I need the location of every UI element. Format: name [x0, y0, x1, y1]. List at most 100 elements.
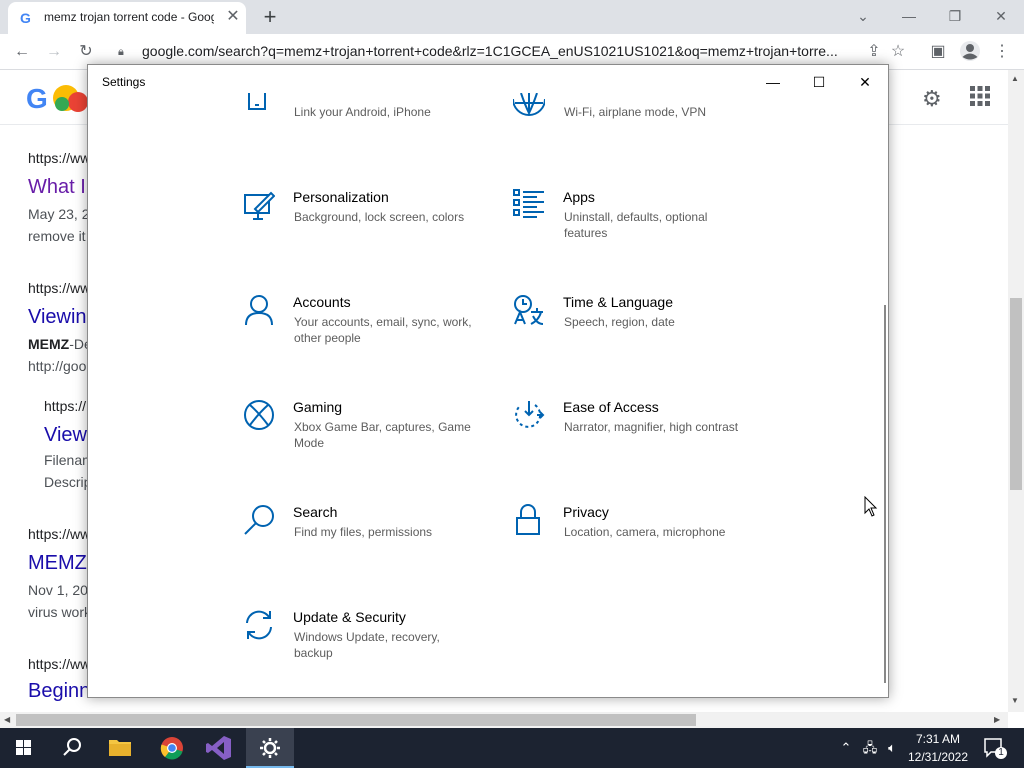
settings-window: Settings — ☐ ✕ Link your Android, iPhone… — [87, 64, 889, 698]
settings-tile-desc: Background, lock screen, colors — [294, 210, 465, 224]
file-explorer-icon[interactable] — [96, 728, 144, 768]
settings-tile-privacy[interactable]: Privacy Location, camera, microphone — [513, 504, 773, 574]
result-snippet: remove it — [28, 228, 86, 244]
settings-tile-name: Personalization — [293, 189, 389, 205]
bookmark-star-icon[interactable]: ☆ — [886, 40, 910, 64]
scroll-down-arrow-icon[interactable]: ▼ — [1011, 696, 1019, 705]
personalization-icon — [243, 189, 276, 221]
address-bar[interactable]: 🔒︎ google.com/search?q=memz+trojan+torre… — [110, 38, 860, 66]
address-bar-url[interactable]: google.com/search?q=memz+trojan+torrent+… — [142, 43, 852, 61]
scroll-up-arrow-icon[interactable]: ▲ — [1011, 74, 1019, 83]
settings-tile-name: Privacy — [563, 504, 609, 520]
google-favicon-icon: G — [20, 10, 31, 26]
settings-window-title: Settings — [102, 75, 146, 89]
browser-minimize-button[interactable]: — — [886, 4, 932, 28]
settings-tile-name: Accounts — [293, 294, 351, 310]
browser-close-button[interactable]: ✕ — [978, 4, 1024, 28]
scroll-right-arrow-icon[interactable]: ▶ — [994, 715, 1000, 724]
phone-icon — [243, 93, 275, 125]
page-horizontal-scrollbar[interactable]: ◀ ▶ — [0, 712, 1008, 728]
page-vertical-scroll-thumb[interactable] — [1010, 298, 1022, 490]
profile-avatar[interactable] — [958, 40, 982, 64]
taskbar-search-icon[interactable] — [48, 728, 96, 768]
page-vertical-scrollbar[interactable]: ▲ ▼ — [1008, 70, 1024, 712]
settings-tile-update-security[interactable]: Update & Security Windows Update, recove… — [243, 609, 503, 679]
result-cite: https://ww — [28, 280, 91, 296]
settings-tile-personalization[interactable]: Personalization Background, lock screen,… — [243, 189, 503, 259]
settings-tile-desc: Windows Update, recovery, backup — [294, 630, 440, 660]
result-cite: https://ww — [28, 656, 91, 672]
result-snippet: Nov 1, 20 — [28, 582, 88, 598]
chrome-taskbar-icon[interactable] — [148, 728, 196, 768]
settings-tile-desc: Your accounts, email, sync, work, other … — [294, 315, 472, 345]
reload-icon[interactable]: ↻ — [74, 40, 98, 64]
side-panel-icon[interactable]: ▣ — [926, 40, 950, 64]
settings-tile-name: Gaming — [293, 399, 343, 415]
settings-taskbar-icon[interactable] — [246, 728, 294, 768]
result-cite: https://ww — [28, 150, 91, 166]
google-apps-grid-icon[interactable] — [970, 86, 994, 110]
settings-tile-desc: Xbox Game Bar, captures, Game Mode — [294, 420, 471, 450]
settings-tile-network[interactable]: Wi-Fi, airplane mode, VPN — [512, 92, 773, 163]
xbox-icon — [243, 399, 275, 431]
google-doodle-logo[interactable]: G — [26, 82, 96, 114]
result-title-link[interactable]: View — [44, 424, 87, 447]
settings-tile-apps[interactable]: Apps Uninstall, defaults, optional featu… — [513, 189, 773, 259]
notification-count-badge: 1 — [998, 747, 1004, 758]
start-button[interactable] — [0, 728, 48, 768]
tab-search-chevron-icon[interactable]: ⌄ — [840, 4, 886, 28]
tray-overflow-chevron-icon[interactable]: ⌃ — [838, 740, 854, 756]
back-arrow-icon[interactable]: ← — [10, 40, 34, 64]
browser-tab[interactable]: G memz trojan torrent code - Goog ✕ — [8, 2, 246, 34]
result-title-link[interactable]: Viewin — [28, 306, 87, 329]
settings-tile-accounts[interactable]: Accounts Your accounts, email, sync, wor… — [243, 294, 503, 364]
browser-restore-button[interactable]: ❐ — [932, 4, 978, 28]
result-title-link[interactable]: Beginn — [28, 680, 90, 703]
browser-menu-icon[interactable]: ⋮ — [990, 40, 1014, 64]
settings-tile-name: Time & Language — [563, 294, 673, 310]
settings-tile-desc: Wi-Fi, airplane mode, VPN — [564, 105, 707, 119]
search-settings-gear-icon[interactable]: ⚙ — [922, 86, 946, 111]
settings-scrollbar[interactable] — [884, 305, 886, 683]
result-title-link[interactable]: What I — [28, 176, 86, 199]
settings-close-button[interactable]: ✕ — [842, 71, 888, 93]
result-snippet: May 23, 2 — [28, 206, 90, 222]
person-icon — [243, 294, 275, 326]
settings-tile-search[interactable]: Search Find my files, permissions — [243, 504, 503, 574]
update-icon — [243, 609, 275, 641]
settings-tile-desc: Location, camera, microphone — [564, 525, 726, 539]
settings-tile-name: Ease of Access — [563, 399, 659, 415]
result-snippet: Descrip — [44, 474, 92, 490]
lock-icon[interactable]: 🔒︎ — [118, 42, 132, 62]
visual-studio-icon[interactable] — [196, 728, 244, 768]
action-center-icon[interactable]: 1 — [980, 736, 1008, 760]
settings-tile-desc: Link your Android, iPhone — [294, 105, 431, 119]
settings-tile-name: Apps — [563, 189, 595, 205]
settings-tile-name: Update & Security — [293, 609, 406, 625]
page-horizontal-scroll-thumb[interactable] — [16, 714, 696, 726]
time-language-icon — [513, 294, 545, 326]
lock-icon — [513, 504, 545, 536]
settings-tile-time-language[interactable]: Time & Language Speech, region, date — [513, 294, 773, 364]
settings-maximize-button[interactable]: ☐ — [796, 71, 842, 93]
svg-text:G: G — [26, 83, 48, 114]
network-icon[interactable]: 🖧︎ — [862, 740, 878, 756]
scroll-left-arrow-icon[interactable]: ◀ — [4, 715, 10, 724]
new-tab-button[interactable]: + — [258, 6, 282, 28]
settings-minimize-button[interactable]: — — [750, 71, 796, 93]
settings-tile-desc: Find my files, permissions — [294, 525, 433, 539]
settings-tile-phone[interactable]: Link your Android, iPhone — [243, 93, 503, 163]
clock-date[interactable]: 12/31/2022 — [898, 750, 978, 764]
settings-tile-ease-of-access[interactable]: Ease of Access Narrator, magnifier, high… — [513, 399, 773, 469]
share-icon[interactable]: ⇪ — [862, 40, 886, 64]
tab-close-icon[interactable]: ✕ — [224, 8, 242, 26]
clock-time[interactable]: 7:31 AM — [908, 732, 968, 746]
search-icon — [243, 504, 275, 536]
result-title-link[interactable]: MEMZ — [28, 552, 87, 575]
settings-tile-gaming[interactable]: Gaming Xbox Game Bar, captures, Game Mod… — [243, 399, 503, 469]
result-cite: https://ww — [28, 526, 91, 542]
forward-arrow-icon[interactable]: → — [42, 40, 66, 64]
apps-icon — [513, 189, 545, 221]
result-cite: https:// — [44, 398, 87, 414]
result-snippet: virus work — [28, 604, 92, 620]
